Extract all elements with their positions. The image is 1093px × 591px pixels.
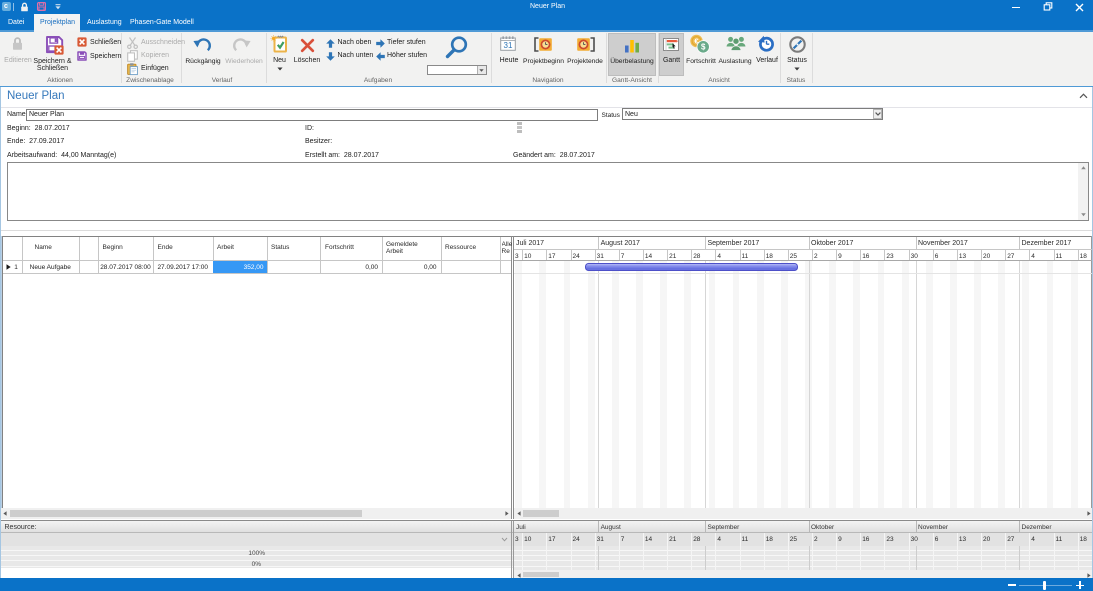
svg-text:$: $ [701,43,706,52]
svg-text:31: 31 [504,41,513,50]
